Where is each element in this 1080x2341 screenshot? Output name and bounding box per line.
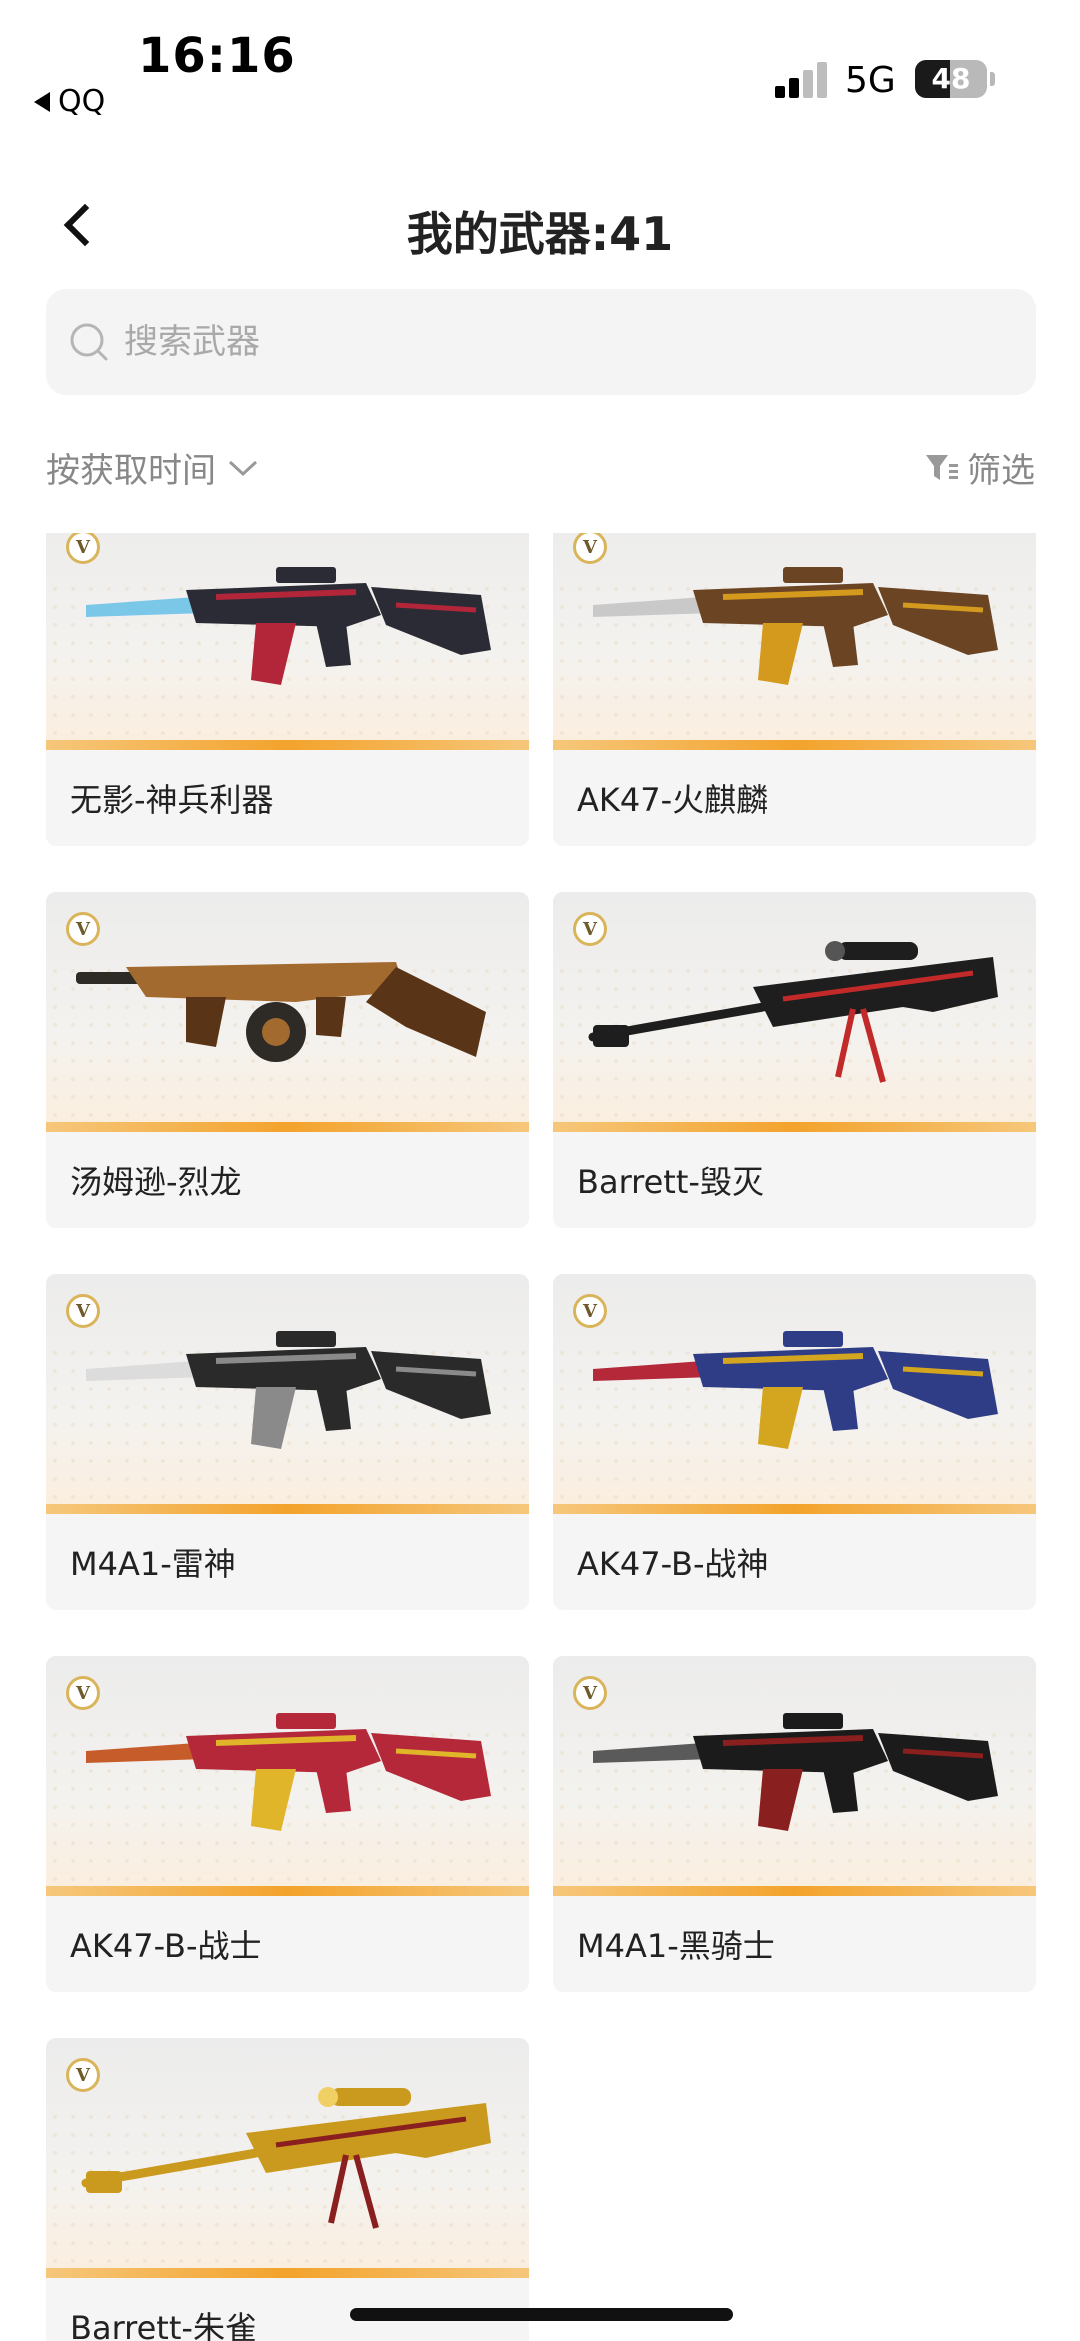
weapon-name: AK47-B-战士 (70, 1927, 262, 1965)
assault-rifle-icon (593, 567, 998, 685)
weapon-card[interactable]: V Barrett-朱雀 (46, 2038, 529, 2341)
assault-rifle-icon (86, 1713, 491, 1831)
weapon-name: M4A1-雷神 (70, 1545, 236, 1583)
battery-cap (990, 72, 995, 86)
search-bar[interactable] (46, 289, 1036, 395)
filter-button[interactable]: 筛选 (923, 443, 1035, 492)
vip-badge-icon: V (66, 2058, 100, 2092)
weapon-card[interactable]: V Barrett-毁灭 (553, 892, 1036, 1228)
page-title: 我的武器:41 (406, 207, 674, 261)
weapon-image: V (553, 892, 1036, 1132)
weapon-card[interactable]: V AK47-火麒麟 (553, 533, 1036, 846)
vip-badge-icon: V (573, 1294, 607, 1328)
weapon-image: V (553, 1274, 1036, 1514)
battery-percent: 48 (931, 62, 971, 95)
search-icon (68, 321, 110, 363)
cellular-signal-icon (775, 62, 831, 98)
weapon-image: V (553, 1656, 1036, 1896)
weapon-card[interactable]: V AK47-B-战神 (553, 1274, 1036, 1610)
weapon-image: V (46, 1656, 529, 1896)
weapon-name: 无影-神兵利器 (70, 781, 274, 819)
weapon-name: AK47-B-战神 (577, 1545, 769, 1583)
weapon-list[interactable]: V 无影-神兵利器 V AK47-火麒麟 V 汤姆逊-烈龙 V Barrett-… (0, 533, 1080, 2341)
funnel-icon (926, 454, 958, 480)
search-input[interactable] (124, 322, 924, 362)
back-triangle-icon (34, 91, 50, 112)
assault-rifle-icon (593, 1331, 998, 1449)
assault-rifle-icon (86, 1331, 491, 1449)
weapon-name: 汤姆逊-烈龙 (70, 1163, 242, 1201)
battery-icon: 48 (915, 60, 987, 98)
weapon-image: V (46, 1274, 529, 1514)
chevron-down-icon (228, 460, 258, 476)
sort-dropdown[interactable]: 按获取时间 (46, 443, 260, 492)
status-bar: 16:16 QQ 5G 48 (0, 0, 1080, 130)
weapon-card[interactable]: V 无影-神兵利器 (46, 533, 529, 846)
status-time: 16:16 (138, 28, 296, 84)
back-app-label: QQ (58, 84, 106, 119)
weapon-card[interactable]: V M4A1-黑骑士 (553, 1656, 1036, 1992)
network-type: 5G (845, 60, 896, 101)
back-to-app-link[interactable]: QQ (34, 84, 105, 119)
weapon-grid: V 无影-神兵利器 V AK47-火麒麟 V 汤姆逊-烈龙 V Barrett-… (46, 533, 1036, 2341)
vip-badge-icon: V (66, 912, 100, 946)
vip-badge-icon: V (66, 1294, 100, 1328)
weapon-image: V (46, 2038, 529, 2278)
smg-icon (76, 962, 486, 1062)
sniper-rifle-icon (588, 941, 998, 1083)
weapon-name: AK47-火麒麟 (577, 781, 769, 819)
weapon-image: V (46, 892, 529, 1132)
vip-badge-icon: V (573, 912, 607, 946)
weapon-name: Barrett-毁灭 (577, 1163, 764, 1201)
weapon-name: M4A1-黑骑士 (577, 1927, 775, 1965)
weapon-image: V (46, 533, 529, 750)
sniper-rifle-icon (81, 2087, 491, 2229)
weapon-image: V (553, 533, 1036, 750)
home-indicator[interactable] (350, 2308, 733, 2321)
weapon-card[interactable]: V M4A1-雷神 (46, 1274, 529, 1610)
sort-label: 按获取时间 (46, 451, 216, 491)
weapon-card[interactable]: V 汤姆逊-烈龙 (46, 892, 529, 1228)
weapon-card[interactable]: V AK47-B-战士 (46, 1656, 529, 1992)
filter-label: 筛选 (967, 451, 1035, 491)
assault-rifle-icon (86, 567, 491, 685)
assault-rifle-icon (593, 1713, 998, 1831)
vip-badge-icon: V (573, 1676, 607, 1710)
vip-badge-icon: V (66, 1676, 100, 1710)
